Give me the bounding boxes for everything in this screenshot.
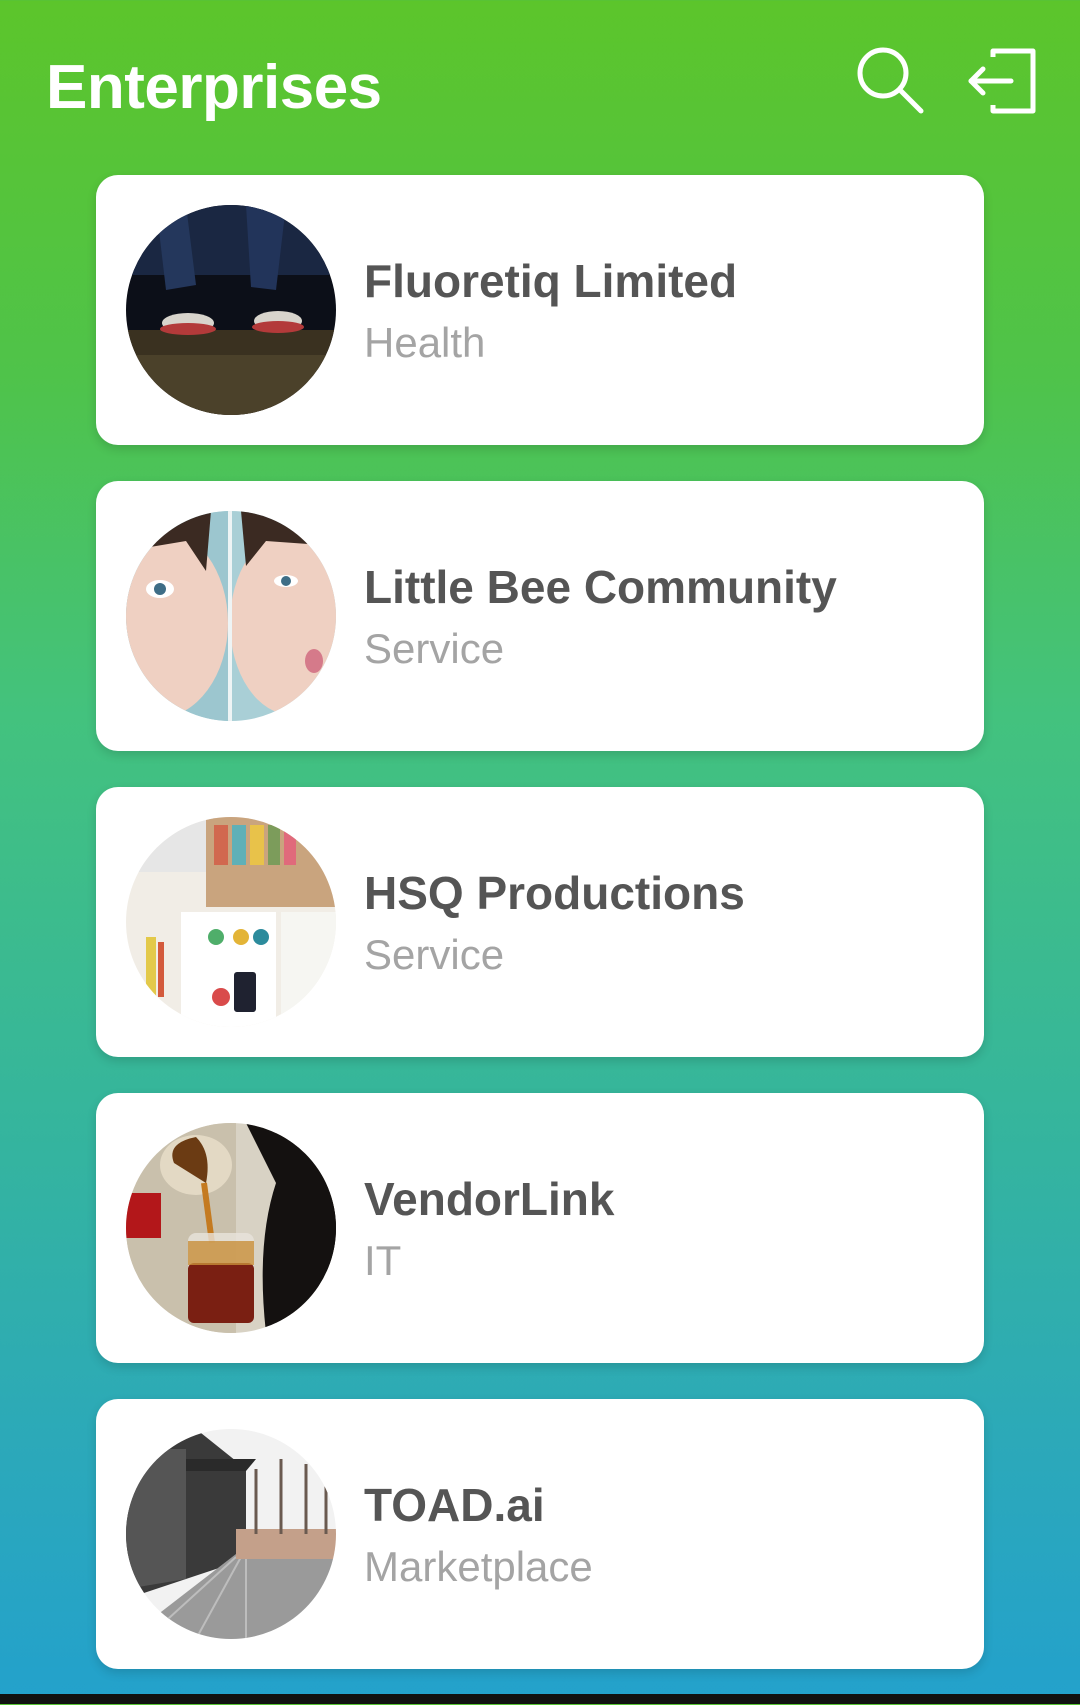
enterprise-card[interactable]: Fluoretiq Limited Health: [96, 175, 984, 445]
enterprise-list: Fluoretiq Limited Health Little Bee Comm…: [96, 175, 984, 1705]
enterprise-category: Marketplace: [364, 1543, 593, 1590]
search-button[interactable]: [848, 38, 932, 122]
system-nav-bar: [0, 1694, 1080, 1704]
enterprise-category: IT: [364, 1237, 402, 1284]
desk-flatlay-photo: [126, 817, 336, 1027]
search-icon: [857, 47, 924, 114]
enterprise-avatar: [126, 1429, 336, 1639]
building-walkway-photo: [126, 1429, 336, 1639]
enterprise-name: HSQ Productions: [364, 867, 745, 919]
enterprise-category: Health: [364, 319, 486, 366]
enterprise-category: Service: [364, 931, 505, 978]
enterprise-avatar: [126, 817, 336, 1027]
enterprise-name: VendorLink: [364, 1173, 615, 1225]
pouring-coffee-photo: [126, 1123, 336, 1333]
enterprise-avatar: [126, 511, 336, 721]
enterprise-card[interactable]: Little Bee Community Service: [96, 481, 984, 751]
sneakers-photo: [126, 205, 336, 415]
enterprise-category: Service: [364, 625, 505, 672]
logout-icon: [968, 48, 1036, 114]
page-title: Enterprises: [46, 53, 382, 122]
mirrored-face-photo: [126, 511, 336, 721]
app-header: Enterprises: [0, 0, 1080, 170]
enterprise-avatar: [126, 1123, 336, 1333]
enterprise-avatar: [126, 205, 336, 415]
enterprise-card[interactable]: TOAD.ai Marketplace: [96, 1399, 984, 1669]
enterprise-name: TOAD.ai: [364, 1479, 545, 1531]
enterprise-name: Little Bee Community: [364, 561, 837, 613]
enterprise-card[interactable]: VendorLink IT: [96, 1093, 984, 1363]
enterprise-card[interactable]: HSQ Productions Service: [96, 787, 984, 1057]
logout-button[interactable]: [960, 38, 1044, 122]
enterprise-name: Fluoretiq Limited: [364, 255, 738, 307]
